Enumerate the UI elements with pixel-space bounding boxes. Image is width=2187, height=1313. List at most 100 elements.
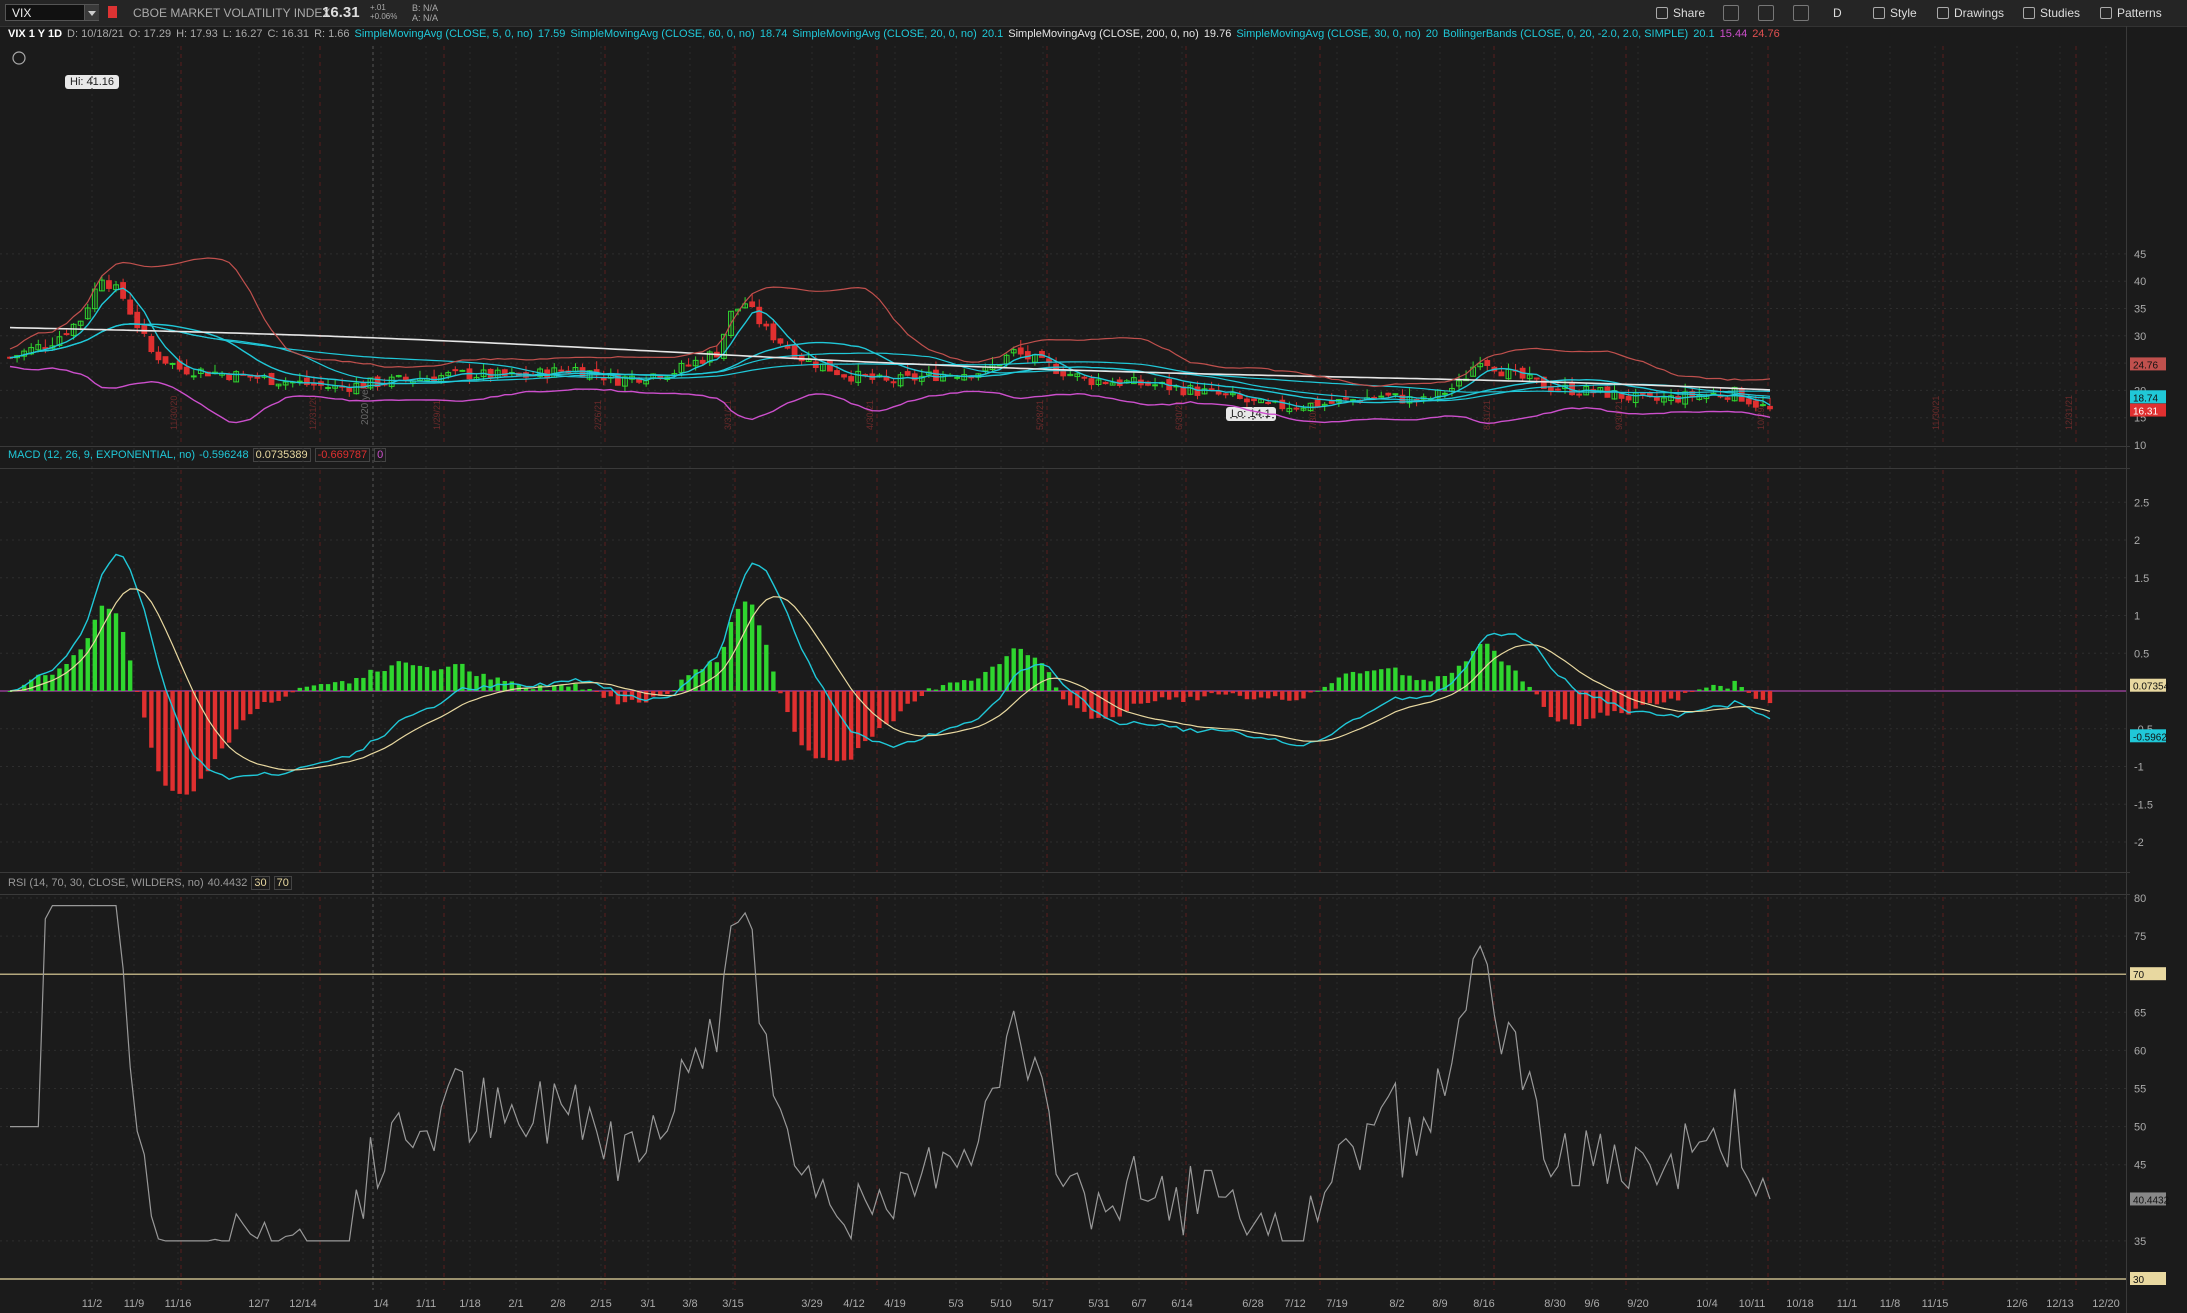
macd-hist-bar (608, 691, 614, 697)
date-axis-label: 11/1 (1837, 1298, 1858, 1310)
chart-canvas[interactable]: 11/30/20 12/31/20 1/29/21 2/26/21 3/31/21 4/3… (0, 0, 2187, 1313)
macd-hist-bar (912, 691, 917, 702)
candle-body (1017, 347, 1024, 355)
date-axis-label: 4/12 (843, 1298, 864, 1310)
candle-body (162, 356, 169, 364)
macd-hist-bar (368, 669, 373, 691)
month-date-label: 4/30/21 (865, 400, 875, 430)
macd-hist-bar (248, 691, 253, 715)
candle-body (1293, 407, 1300, 410)
month-date-label: 5/28/21 (1035, 400, 1045, 430)
macd-hist-bar (389, 665, 394, 691)
month-date-label: 2/26/21 (593, 400, 603, 430)
price-tag-upper: 24.76 (2133, 360, 2158, 371)
macd-hist-bar (1195, 691, 1200, 701)
pane-divider[interactable] (0, 446, 2130, 447)
month-date-label: 12/31/21 (2064, 395, 2074, 430)
rsi-axis-tick: 60 (2134, 1045, 2146, 1057)
pane-divider[interactable] (0, 468, 2130, 469)
month-date-label: 11/30/20 (169, 396, 179, 430)
macd-hist-bar (1060, 691, 1066, 700)
macd-hist-bar (863, 691, 868, 742)
macd-axis-tick: -1.5 (2134, 799, 2153, 811)
candle-body (1343, 397, 1349, 400)
candle-body (1236, 394, 1243, 399)
candle-body (141, 324, 148, 334)
pane-divider[interactable] (0, 872, 2130, 873)
candle-body (933, 369, 939, 382)
date-axis-label: 11/16 (165, 1298, 192, 1310)
macd-hist-bar (665, 691, 670, 695)
date-axis-label: 2/15 (590, 1298, 611, 1310)
macd-hist-bar (820, 691, 826, 758)
sma5-line (9, 287, 1771, 409)
candle-body (756, 306, 763, 325)
macd-hist-bar (1661, 691, 1667, 703)
macd-hist-bar (1393, 667, 1398, 691)
macd-hist-bar (1244, 691, 1250, 700)
date-axis-label: 5/10 (990, 1298, 1011, 1310)
candle-body (155, 351, 162, 361)
macd-hist-bar (1336, 677, 1342, 691)
candle-body (1385, 392, 1392, 396)
date-axis-label: 8/16 (1473, 1298, 1494, 1310)
macd-hist-bar (1371, 670, 1377, 691)
macd-hist-bar (1697, 689, 1702, 691)
macd-hist-bar (962, 680, 967, 691)
macd-hist-bar (1746, 691, 1751, 693)
macd-tag-value: -0.5962 (2133, 732, 2167, 743)
date-axis-label: 2/1 (508, 1298, 523, 1310)
candle-body (1060, 370, 1067, 377)
macd-hist-bar (1188, 691, 1193, 697)
candle-body (106, 280, 112, 289)
macd-hist-bar (1287, 691, 1292, 701)
macd-hist-bar (1068, 691, 1073, 706)
macd-hist-bar (297, 687, 302, 691)
macd-hist-bar (481, 673, 486, 691)
macd-hist-bar (1237, 691, 1243, 696)
date-axis-label: 3/1 (640, 1298, 655, 1310)
date-axis-label: 3/29 (801, 1298, 822, 1310)
month-date-label: 11/30/21 (1931, 396, 1941, 430)
macd-hist-bar (1584, 691, 1589, 720)
macd-hist-bar (926, 688, 932, 691)
date-axis-label: 11/8 (1880, 1298, 1901, 1310)
macd-hist-bar (382, 671, 387, 691)
macd-hist-bar (983, 671, 988, 691)
date-axis-label: 10/11 (1739, 1298, 1766, 1310)
macd-hist-bar (1294, 691, 1299, 701)
macd-hist-bar (50, 674, 55, 691)
macd-hist-bar (1131, 691, 1137, 704)
macd-hist-bar (1308, 691, 1313, 693)
macd-hist-bar (848, 691, 854, 760)
macd-hist-bar (1598, 691, 1603, 713)
macd-hist-bar (1407, 675, 1412, 691)
candle-body (452, 369, 459, 372)
macd-hist-bar (544, 689, 550, 691)
date-axis-label: 12/13 (2046, 1298, 2074, 1310)
rsi-tag-oversold: 30 (2133, 1275, 2145, 1286)
macd-hist-bar (142, 691, 147, 718)
macd-hist-bar (891, 691, 896, 722)
candle-body (777, 338, 784, 344)
candle-body (1314, 399, 1321, 408)
macd-hist-bar (566, 686, 571, 691)
macd-hist-bar (290, 691, 295, 693)
macd-hist-bar (1435, 676, 1440, 691)
candle-body (1279, 399, 1286, 410)
macd-axis-tick: 1.5 (2134, 573, 2149, 585)
macd-axis-tick: 0.5 (2134, 648, 2149, 660)
macd-hist-bar (735, 608, 741, 691)
pane-divider[interactable] (0, 894, 2130, 895)
candle-body (1625, 395, 1632, 401)
macd-hist-bar (1046, 672, 1052, 691)
date-axis-label: 11/9 (124, 1298, 145, 1310)
candle-body (226, 373, 233, 381)
date-axis-label: 9/6 (1584, 1298, 1599, 1310)
macd-tag-avg: 0.07354 (2133, 682, 2170, 693)
macd-hist-bar (919, 691, 925, 697)
macd-hist-bar (834, 691, 840, 762)
price-axis-tick: 35 (2134, 304, 2146, 316)
date-axis-label: 6/28 (1242, 1298, 1263, 1310)
macd-hist-bar (1690, 691, 1695, 692)
